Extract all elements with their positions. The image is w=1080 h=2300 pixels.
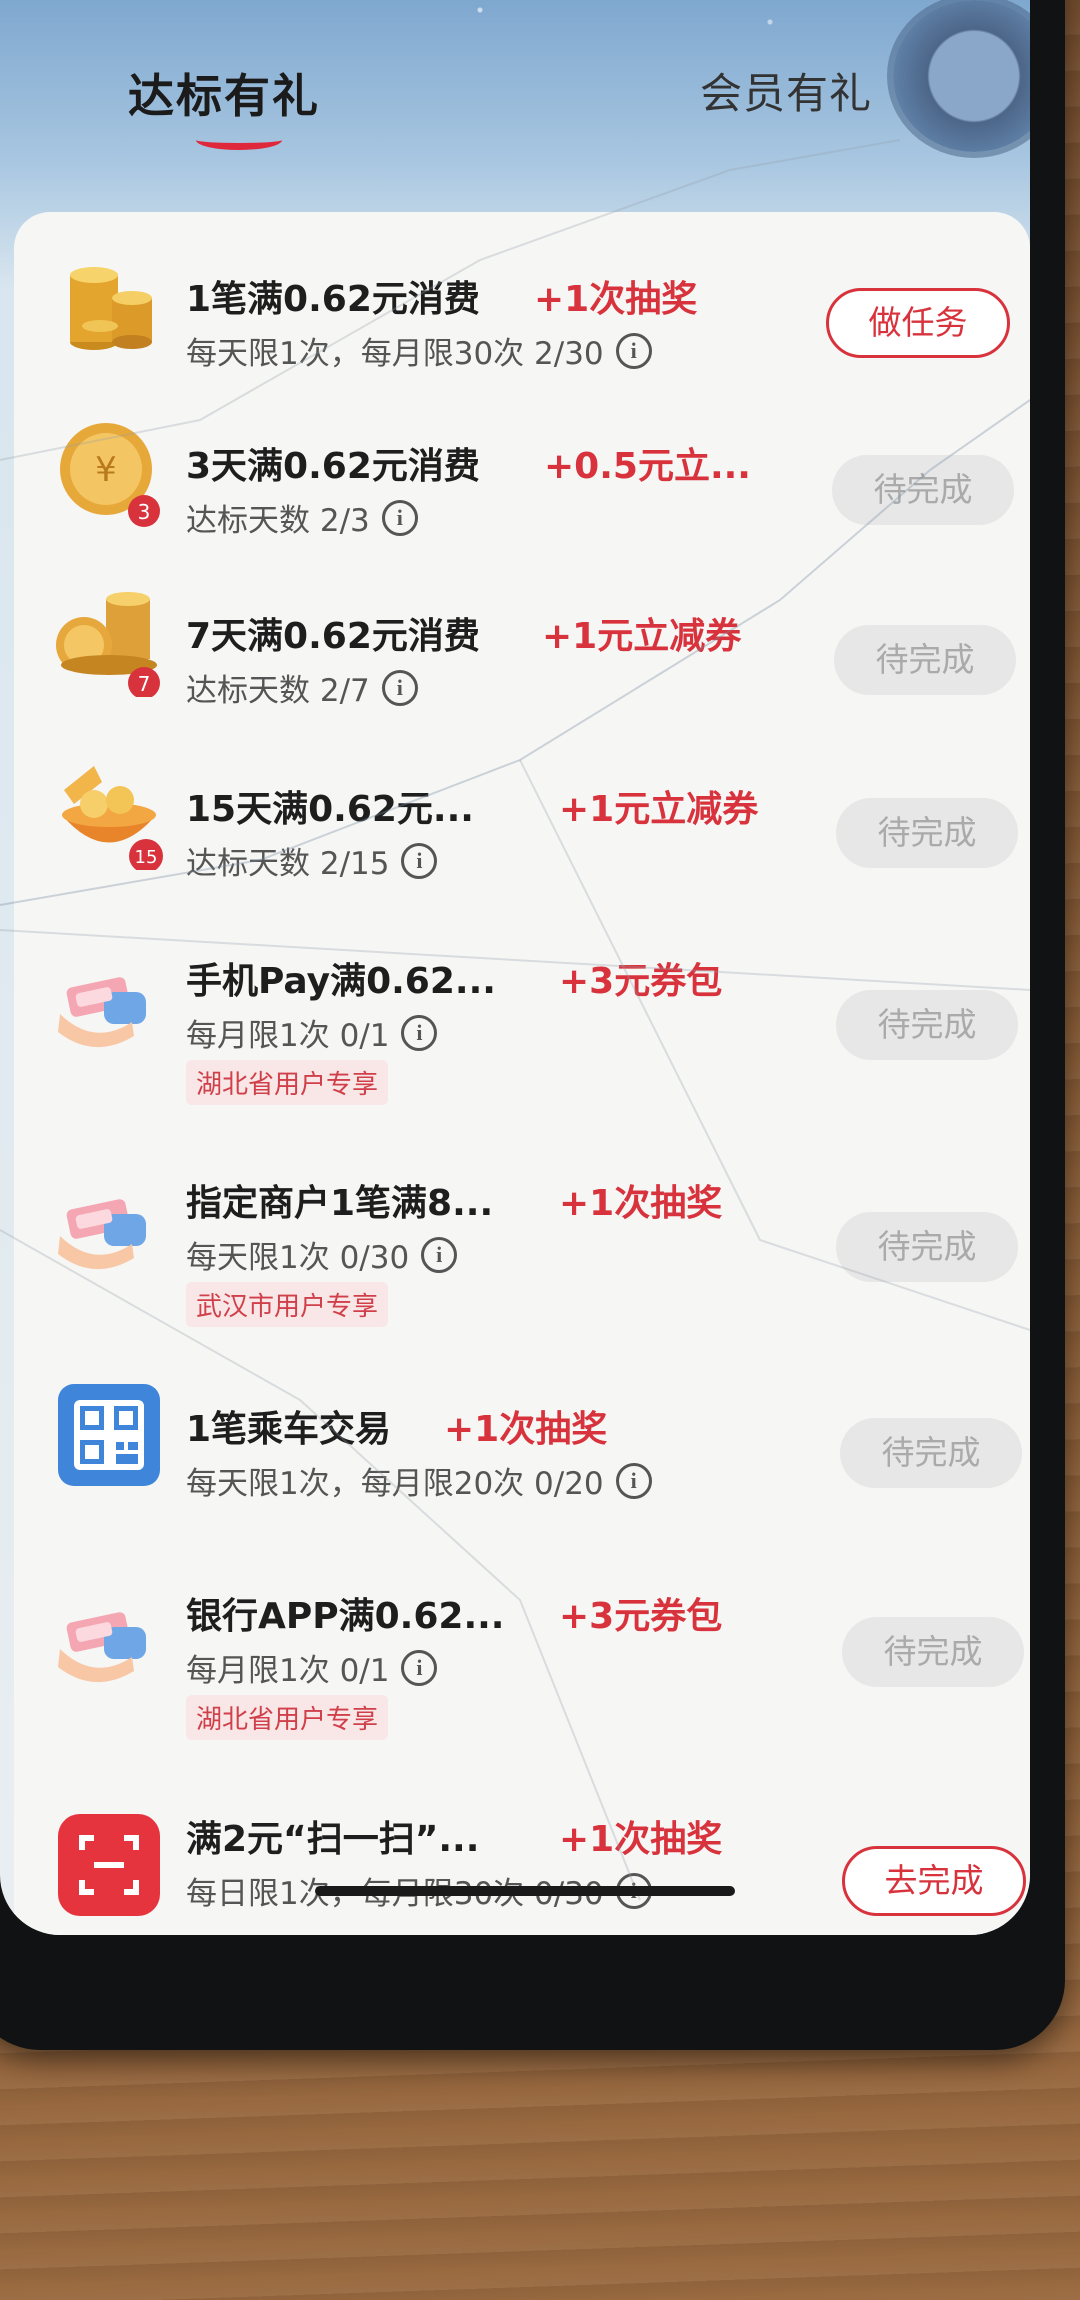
badge-count: 7: [138, 672, 151, 696]
phone-frame: 达标有礼 会员有礼 1笔满0.62元消费 +1次抽奖 每天限1次，每月限30次 …: [0, 0, 1065, 2050]
task-subtitle: 每天限1次 0/30 i: [186, 1232, 458, 1277]
info-icon[interactable]: i: [381, 499, 418, 536]
info-icon[interactable]: i: [401, 1649, 438, 1686]
task-subtitle: 达标天数 2/15 i: [186, 838, 438, 883]
task-reward: +1次抽奖: [534, 279, 698, 320]
info-icon[interactable]: i: [421, 1236, 458, 1273]
info-icon[interactable]: i: [615, 1462, 652, 1499]
badge-count: 3: [138, 500, 151, 524]
task-item: ¥ 3 3天满0.62元消费 +0.5元立... 达标天数 2/3 i 待完成: [14, 417, 1030, 547]
go-complete-button[interactable]: 去完成: [842, 1846, 1026, 1916]
task-title: 指定商户1笔满8...: [186, 1183, 494, 1224]
task-subtitle: 达标天数 2/3 i: [186, 495, 418, 540]
task-limit-text: 达标天数 2/15: [186, 846, 390, 882]
task-reward: +3元券包: [559, 961, 723, 1002]
task-title: 1笔满0.62元消费: [186, 279, 480, 320]
pending-button[interactable]: 待完成: [842, 1617, 1024, 1687]
svg-text:¥: ¥: [95, 450, 117, 490]
tab-huiyuan-youli[interactable]: 会员有礼: [700, 60, 872, 121]
pending-button[interactable]: 待完成: [836, 1212, 1018, 1282]
task-item: 指定商户1笔满8... +1次抽奖 每天限1次 0/30 i 武汉市用户专享 待…: [14, 1154, 1030, 1327]
hand-money-icon: [58, 977, 146, 1048]
floating-assistive-ball[interactable]: [893, 0, 1030, 152]
task-item: 手机Pay满0.62... +3元券包 每月限1次 0/1 i 湖北省用户专享 …: [14, 932, 1030, 1105]
pending-button[interactable]: 待完成: [836, 990, 1018, 1060]
task-title: 满2元“扫一扫”...: [186, 1819, 480, 1860]
task-limit-text: 每月限1次 0/1: [186, 1018, 390, 1054]
task-item: 7 7天满0.62元消费 +1元立减券 达标天数 2/7 i 待完成: [14, 587, 1030, 717]
task-title: 15天满0.62元...: [186, 789, 474, 830]
task-reward: +1元立减券: [559, 789, 759, 830]
task-reward: +1次抽奖: [444, 1409, 608, 1450]
task-item: 1笔满0.62元消费 +1次抽奖 每天限1次，每月限30次 2/30 i 做任务: [14, 250, 1030, 380]
task-title: 7天满0.62元消费: [186, 616, 480, 657]
task-title: 3天满0.62元消费: [186, 446, 480, 487]
task-limit-text: 每天限1次，每月限20次 0/20: [186, 1466, 604, 1502]
pending-button[interactable]: 待完成: [840, 1418, 1022, 1488]
info-icon[interactable]: i: [401, 842, 438, 879]
task-reward: +1次抽奖: [559, 1183, 723, 1224]
hand-money-icon: [58, 1612, 146, 1683]
task-subtitle: 每天限1次，每月限20次 0/20 i: [186, 1458, 652, 1503]
task-reward: +1次抽奖: [559, 1819, 723, 1860]
task-limit-text: 每天限1次，每月限30次 2/30: [186, 336, 604, 372]
pending-button[interactable]: 待完成: [832, 455, 1014, 525]
task-item: 15 15天满0.62元... +1元立减券 达标天数 2/15 i 待完成: [14, 760, 1030, 890]
coin-pile-badge-7-icon: 7: [56, 592, 160, 697]
scan-icon: [58, 1814, 160, 1916]
task-subtitle: 每月限1次 0/1 i: [186, 1645, 438, 1690]
task-item: 满2元“扫一扫”... +1次抽奖 每日限1次，每月限30次 0/30 i 去完…: [14, 1790, 1030, 1935]
task-item: 银行APP满0.62... +3元券包 每月限1次 0/1 i 湖北省用户专享 …: [14, 1567, 1030, 1740]
task-reward: +0.5元立...: [544, 446, 751, 487]
task-limit-text: 达标天数 2/3: [186, 503, 370, 539]
task-limit-text: 每天限1次 0/30: [186, 1240, 410, 1276]
task-title: 1笔乘车交易: [186, 1409, 392, 1450]
info-icon[interactable]: i: [615, 332, 652, 369]
task-reward: +1元立减券: [542, 616, 742, 657]
tab-active-indicator: [196, 130, 282, 150]
task-subtitle: 每天限1次，每月限30次 2/30 i: [186, 328, 652, 373]
info-icon[interactable]: i: [381, 669, 418, 706]
task-limit-text: 每月限1次 0/1: [186, 1653, 390, 1689]
task-subtitle: 每月限1次 0/1 i: [186, 1010, 438, 1055]
task-list-card: 1笔满0.62元消费 +1次抽奖 每天限1次，每月限30次 2/30 i 做任务…: [14, 212, 1030, 1935]
home-indicator[interactable]: [315, 1886, 735, 1896]
region-tag: 武汉市用户专享: [186, 1282, 389, 1327]
treasure-bowl-badge-15-icon: 15: [62, 766, 163, 870]
pending-button[interactable]: 待完成: [834, 625, 1016, 695]
region-tag: 湖北省用户专享: [186, 1695, 389, 1740]
badge-count: 15: [135, 847, 158, 868]
task-title: 手机Pay满0.62...: [186, 961, 496, 1002]
task-reward: +3元券包: [559, 1596, 723, 1637]
tab-dabiao-youli[interactable]: 达标有礼: [128, 60, 320, 126]
app-screen: 达标有礼 会员有礼 1笔满0.62元消费 +1次抽奖 每天限1次，每月限30次 …: [0, 0, 1030, 1935]
task-item: 1笔乘车交易 +1次抽奖 每天限1次，每月限20次 0/20 i 待完成: [14, 1380, 1030, 1510]
tab-bar: 达标有礼 会员有礼: [0, 0, 1030, 200]
task-limit-text: 达标天数 2/7: [186, 673, 370, 709]
qr-code-icon: [58, 1384, 160, 1486]
region-tag: 湖北省用户专享: [186, 1060, 389, 1105]
task-subtitle: 达标天数 2/7 i: [186, 665, 418, 710]
coin-stack-icon: [70, 267, 152, 350]
info-icon[interactable]: i: [401, 1014, 438, 1051]
hand-money-icon: [58, 1199, 146, 1270]
do-task-button[interactable]: 做任务: [826, 288, 1010, 358]
coin-badge-3-icon: ¥ 3: [60, 423, 160, 527]
pending-button[interactable]: 待完成: [836, 798, 1018, 868]
task-title: 银行APP满0.62...: [186, 1596, 505, 1637]
